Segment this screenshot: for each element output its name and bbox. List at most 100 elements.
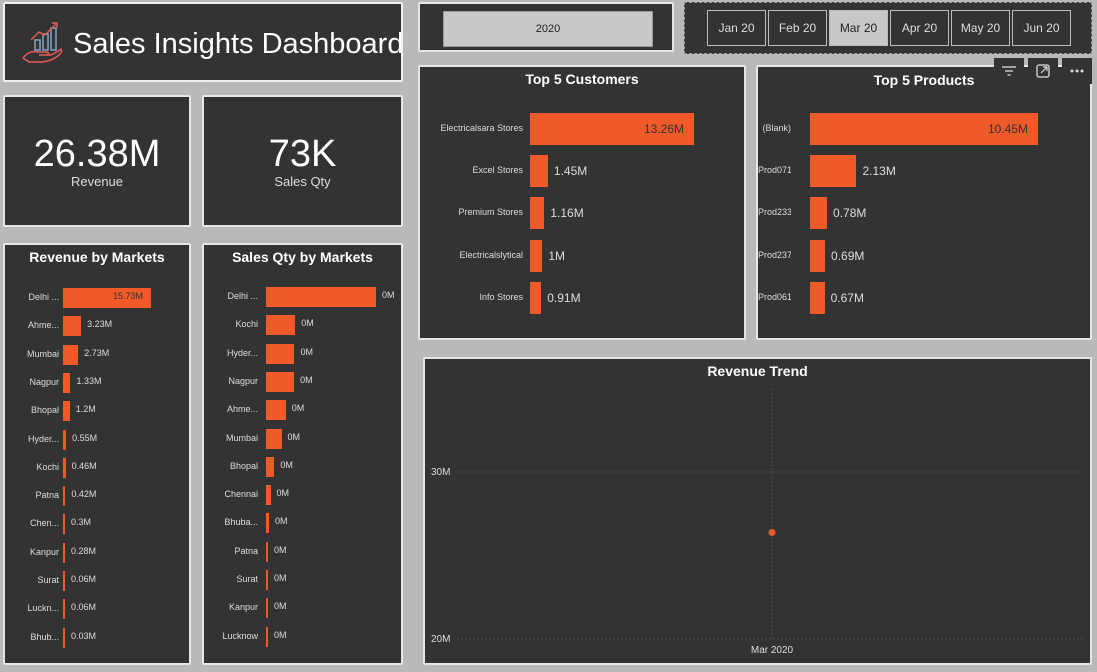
bar[interactable] [266,598,268,619]
bar[interactable] [810,281,825,314]
category-label: Hyder... [226,347,258,358]
bar[interactable] [63,372,71,393]
bar[interactable] [266,343,295,364]
bar[interactable] [266,513,270,534]
filter-icon[interactable] [994,58,1024,84]
category-label: Kanpur [228,602,258,613]
growth-chart-hand-icon [21,22,63,63]
top-customers-chart[interactable]: Top 5 Customers Electricalsara Stores 13.… [418,65,746,340]
visual-header [990,58,1092,84]
bar[interactable] [63,401,70,422]
category-label: Delhi ... [28,292,59,302]
bar[interactable] [63,457,66,478]
bar[interactable] [530,155,548,188]
bar[interactable] [266,456,275,477]
month-option-apr[interactable]: Apr 20 [890,10,949,46]
sales-qty-label: Sales Qty [274,173,331,189]
bar[interactable] [63,514,65,535]
bar[interactable] [63,429,67,450]
bar[interactable] [266,541,268,562]
top-products-chart[interactable]: Top 5 Products (Blank) 10.45M Prod071 2.13M… [756,65,1092,340]
year-option-2020[interactable]: 2020 [443,11,653,47]
bar[interactable] [266,570,268,590]
bar[interactable] [266,400,286,421]
category-label: Lucknow [222,630,258,641]
category-label: Chen... [29,518,59,529]
category-label: Premium Stores [458,207,523,218]
data-label: 13.26M [644,122,685,136]
more-options-icon[interactable] [1062,58,1092,84]
month-slicer: Jan 20 Feb 20 Mar 20 Apr 20 May 20 Jun 2… [684,2,1092,54]
month-option-mar[interactable]: Mar 20 [829,10,888,46]
data-label: 0M [300,374,313,385]
bar[interactable] [266,485,271,506]
revenue-by-markets-chart[interactable]: Revenue by Markets Delhi ... 15.73M Ahme..… [3,243,191,665]
y-tick-label: 30M [431,467,450,478]
category-label: Surat [236,574,258,584]
bar[interactable] [810,155,857,188]
bar[interactable] [530,281,542,314]
month-option-may[interactable]: May 20 [951,10,1010,46]
trend-plot: 30M 20M Mar 2020 [431,389,1085,656]
category-label: Info Stores [479,291,523,302]
category-label: Mumbai [225,432,258,443]
category-label: Luckn... [27,603,59,614]
category-label: Delhi ... [227,291,258,301]
data-label: 2.73M [84,347,110,358]
bar[interactable] [63,571,65,591]
category-label: Electricalslytical [459,249,523,260]
data-label: 0M [274,573,287,583]
bar[interactable] [810,197,828,230]
data-label: 0M [287,431,301,442]
data-label: 3.23M [87,319,113,330]
data-label: 0.78M [833,206,867,221]
month-option-jan[interactable]: Jan 20 [707,10,766,46]
bar[interactable] [266,287,376,307]
bar[interactable] [266,315,296,336]
bar[interactable] [530,197,545,230]
data-label: 0M [382,290,395,300]
bar[interactable] [63,316,82,337]
bar[interactable] [810,239,826,272]
bar[interactable] [63,344,79,365]
sales-qty-card: 73K Sales Qty [202,95,403,227]
chart-title: Top 5 Customers [525,71,639,87]
focus-mode-icon[interactable] [1028,58,1058,84]
x-tick-label: Mar 2020 [751,645,794,656]
data-label: 0M [301,318,314,329]
data-label: 0M [274,629,287,640]
revenue-trend-chart[interactable]: Revenue Trend 30M 20M Mar 2020 [423,357,1092,665]
bar[interactable] [266,626,268,647]
data-label: 0.06M [71,602,97,613]
data-label: 1.2M [75,404,96,415]
sales-qty-by-markets-chart[interactable]: Sales Qty by Markets Delhi ... 0M Kochi 0M H… [202,243,403,665]
month-option-jun[interactable]: Jun 20 [1012,10,1071,46]
revenue-card: 26.38M Revenue [3,95,191,227]
bar[interactable] [63,627,65,648]
data-label: 1.45M [553,164,588,179]
category-label: Ahme... [27,320,59,331]
month-option-feb[interactable]: Feb 20 [768,10,827,46]
bar[interactable] [266,428,282,449]
data-point[interactable] [768,528,776,536]
bar[interactable] [63,599,65,620]
sales-qty-value: 73K [268,132,337,175]
data-label: 0.28M [71,545,97,556]
bar[interactable] [530,239,543,272]
category-label: Mumbai [26,348,59,359]
bar[interactable] [63,542,65,563]
data-label: 0M [300,346,313,357]
category-label: Excel Stores [472,165,523,176]
bar[interactable] [266,371,295,392]
category-label: Prod071 [758,165,791,176]
category-label: Bhub... [30,631,59,642]
data-label: 15.73M [113,291,144,301]
data-label: 0.91M [547,290,581,305]
category-label: Bhopal [229,460,258,471]
category-label: Nagpur [228,375,258,386]
revenue-label: Revenue [70,173,124,189]
year-slicer: 2020 [418,2,674,52]
category-label: Ahme... [226,404,258,415]
bar[interactable] [63,486,66,507]
category-label: Kanpur [29,546,59,557]
